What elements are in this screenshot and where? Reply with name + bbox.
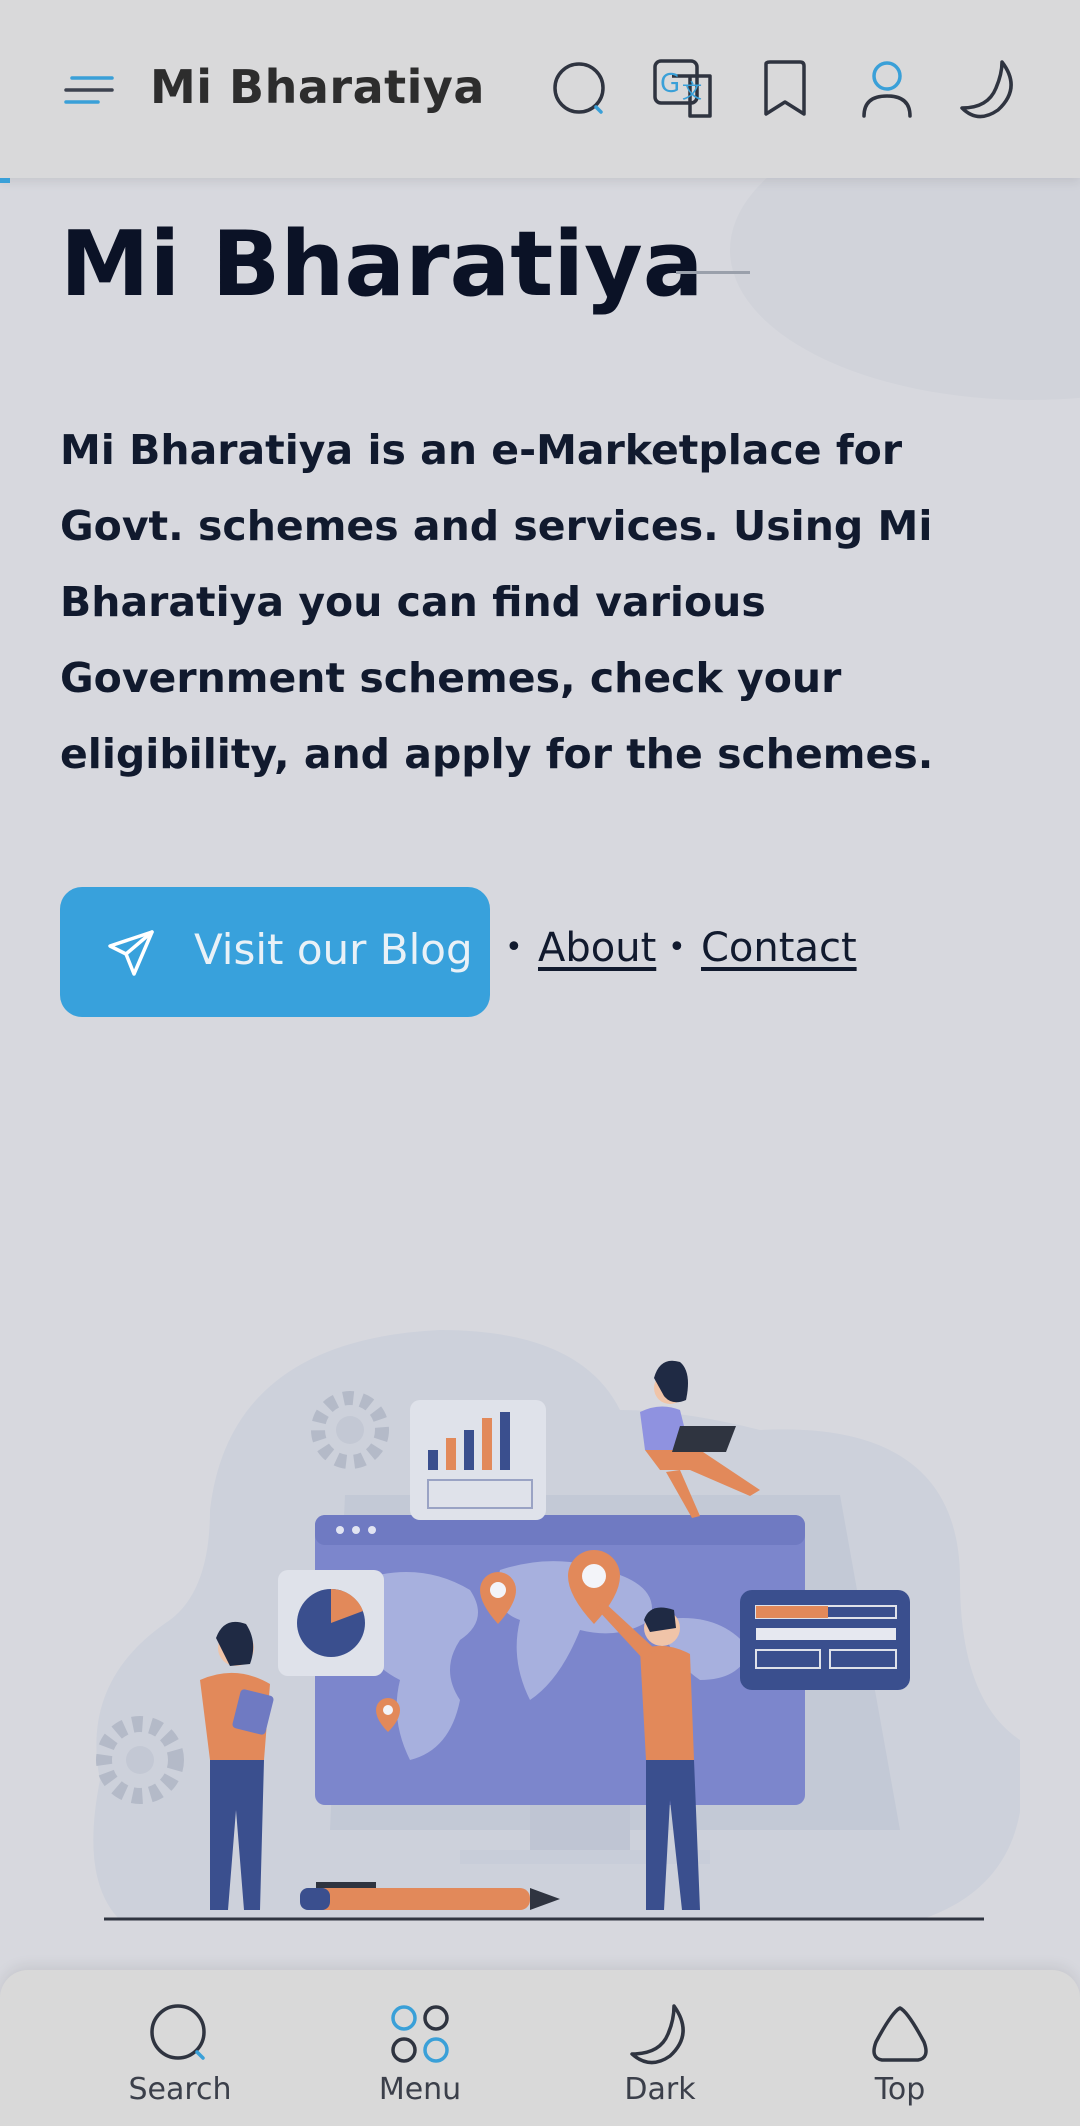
arrow-top-icon <box>872 2006 928 2062</box>
contact-link[interactable]: Contact <box>701 925 857 971</box>
bookmark-icon[interactable] <box>754 58 816 120</box>
menu-grid-icon <box>391 2005 449 2063</box>
translate-icon[interactable]: G 文 <box>652 58 714 120</box>
top-header: Mi Bharatiya G 文 <box>0 0 1080 178</box>
link-separator: • <box>668 930 686 965</box>
page-title: Mi Bharatiya <box>60 212 704 317</box>
brand-title[interactable]: Mi Bharatiya <box>150 60 485 114</box>
bottom-nav-dark[interactable]: Dark <box>570 1970 750 2126</box>
svg-text:G: G <box>660 69 680 99</box>
bottom-nav-menu[interactable]: Menu <box>330 1970 510 2126</box>
hero-description: Mi Bharatiya is an e-Marketplace for Gov… <box>60 426 934 778</box>
bottom-nav-top-label: Top <box>874 2072 926 2107</box>
visit-blog-label: Visit our Blog <box>194 925 473 974</box>
bottom-nav-top[interactable]: Top <box>810 1970 990 2126</box>
bottom-nav-search-label: Search <box>128 2072 232 2107</box>
user-icon[interactable] <box>856 58 918 120</box>
send-icon <box>108 930 154 976</box>
bottom-nav-search[interactable]: Search <box>90 1970 270 2126</box>
bottom-nav-dark-label: Dark <box>624 2072 696 2107</box>
hero-illustration <box>93 1330 1020 1921</box>
scroll-progress-bar <box>0 178 10 183</box>
moon-icon <box>630 2004 685 2065</box>
title-dash-decoration <box>676 271 750 274</box>
visit-blog-button[interactable]: Visit our Blog <box>60 887 490 1017</box>
hamburger-menu-icon[interactable] <box>62 70 116 110</box>
bottom-navigation: Search Menu Dark Top <box>0 1970 1080 2126</box>
moon-icon[interactable] <box>958 58 1020 120</box>
about-link[interactable]: About <box>538 925 656 971</box>
svg-text:文: 文 <box>682 79 702 103</box>
search-icon <box>150 2004 206 2060</box>
page: Mi Bharatiya G 文 Mi Bharatiya Mi Bharati… <box>0 0 1080 2126</box>
link-separator: • <box>505 930 523 965</box>
search-icon[interactable] <box>550 58 612 120</box>
bottom-nav-menu-label: Menu <box>378 2072 462 2107</box>
